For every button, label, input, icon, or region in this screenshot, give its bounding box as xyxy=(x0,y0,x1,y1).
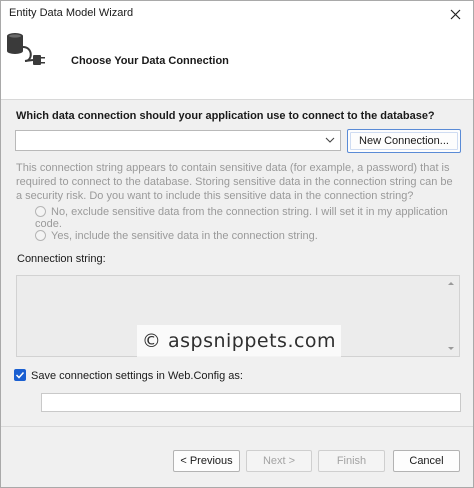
chevron-down-icon xyxy=(325,137,335,143)
webconfig-name-input[interactable] xyxy=(41,393,461,412)
window-title: Entity Data Model Wizard xyxy=(9,7,134,19)
connection-string-label: Connection string: xyxy=(17,253,106,265)
close-icon xyxy=(450,9,460,19)
cancel-button[interactable]: Cancel xyxy=(393,450,460,472)
data-connection-dropdown[interactable] xyxy=(15,130,341,151)
radio-circle-icon xyxy=(35,230,46,241)
wizard-window: Entity Data Model Wizard Choose Your Dat… xyxy=(0,0,474,488)
radio-circle-icon xyxy=(35,206,46,217)
footer-divider xyxy=(1,426,473,427)
checkbox-checked-icon xyxy=(14,369,26,381)
radio-exclude-label: No, exclude sensitive data from the conn… xyxy=(35,206,448,230)
page-title: Choose Your Data Connection xyxy=(71,55,229,67)
previous-button[interactable]: < Previous xyxy=(173,450,240,472)
title-bar: Entity Data Model Wizard xyxy=(1,1,473,27)
wizard-header: Choose Your Data Connection xyxy=(1,27,473,100)
radio-include-label: Yes, include the sensitive data in the c… xyxy=(51,230,318,242)
radio-exclude-sensitive[interactable]: No, exclude sensitive data from the conn… xyxy=(35,206,473,230)
scroll-up-icon xyxy=(448,282,454,285)
sensitive-data-description: This connection string appears to contai… xyxy=(16,162,453,202)
finish-button[interactable]: Finish xyxy=(318,450,385,472)
watermark: © aspsnippets.com xyxy=(137,325,341,357)
save-settings-checkbox[interactable]: Save connection settings in Web.Config a… xyxy=(14,369,243,385)
database-plug-icon xyxy=(7,33,45,65)
save-settings-label: Save connection settings in Web.Config a… xyxy=(31,370,243,382)
scroll-down-icon xyxy=(448,347,454,350)
scrollbar[interactable] xyxy=(444,277,458,355)
connection-question: Which data connection should your applic… xyxy=(16,110,435,122)
close-button[interactable] xyxy=(445,4,465,24)
radio-include-sensitive[interactable]: Yes, include the sensitive data in the c… xyxy=(35,230,318,246)
new-connection-button[interactable]: New Connection... xyxy=(347,129,461,153)
next-button[interactable]: Next > xyxy=(246,450,312,472)
